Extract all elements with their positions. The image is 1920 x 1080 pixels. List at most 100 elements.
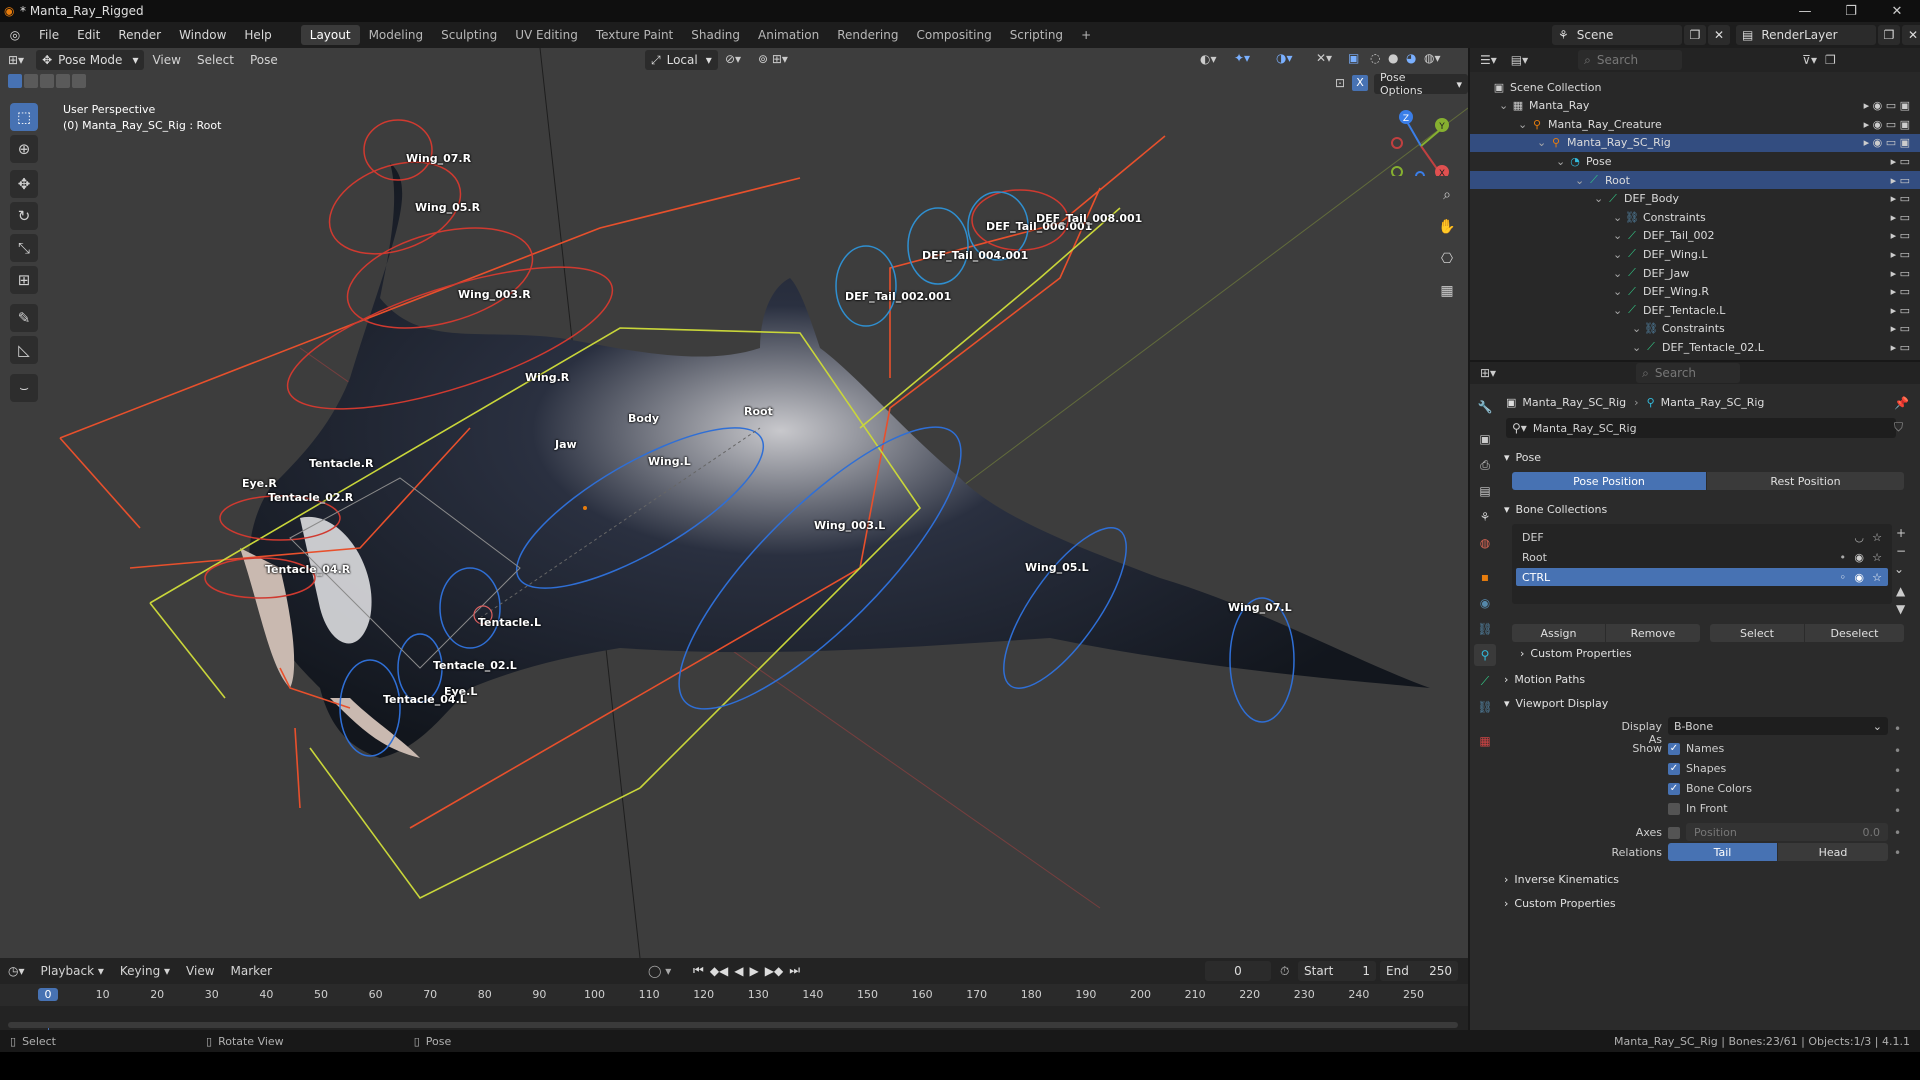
output-tab-icon[interactable]: ⎙ xyxy=(1474,454,1496,476)
tab-rendering[interactable]: Rendering xyxy=(828,25,907,45)
measure-tool[interactable]: ◺ xyxy=(10,336,38,364)
view-layer-tab-icon[interactable]: ▤ xyxy=(1474,480,1496,502)
show-shapes-checkbox[interactable]: ✓ Shapes xyxy=(1668,762,1726,775)
tab-shading[interactable]: Shading xyxy=(682,25,749,45)
ortho-grid-icon[interactable]: ▦ xyxy=(1435,279,1459,303)
expand-icon[interactable]: ⌄ xyxy=(1613,229,1625,242)
outliner-row[interactable]: ⌄ ▦ Manta_Ray ▸ ◉ ▭ ▣ xyxy=(1470,97,1920,115)
relations-head-button[interactable]: Head xyxy=(1778,843,1888,861)
solo-star-icon[interactable]: ☆ xyxy=(1872,551,1882,564)
select-invert-icon[interactable] xyxy=(56,74,70,88)
tab-scripting[interactable]: Scripting xyxy=(1001,25,1072,45)
outliner-row[interactable]: ⌄ ⟋ DEF_Tentacle_02.L ▸ ▭ xyxy=(1470,338,1920,356)
expand-icon[interactable]: ⌄ xyxy=(1556,155,1568,168)
add-collection-icon[interactable]: + xyxy=(1896,526,1906,540)
restriction-toggles-icon[interactable]: ▸ ◉ ▭ ▣ xyxy=(1864,99,1910,112)
scene-selector[interactable]: ⚘ Scene xyxy=(1552,25,1682,45)
tab-modeling[interactable]: Modeling xyxy=(360,25,433,45)
rest-position-button[interactable]: Rest Position xyxy=(1707,472,1904,490)
minimize-button[interactable]: — xyxy=(1782,0,1828,22)
current-frame-field[interactable]: 0 xyxy=(1205,961,1271,981)
outliner[interactable]: ☰▾ ▤▾ ⌕ Search ⊽▾ ❐ ▣ Scene Collection ⌄ ▦ M… xyxy=(1470,48,1920,360)
timeline-editor[interactable]: ◷▾ Playback ▾ Keying ▾ View Marker ◯ ▾ ⏮… xyxy=(0,958,1468,1030)
outliner-row[interactable]: ⌄ ⟋ DEF_Tail_002 ▸ ▭ xyxy=(1470,227,1920,245)
tab-animation[interactable]: Animation xyxy=(749,25,828,45)
axes-checkbox[interactable] xyxy=(1668,827,1680,839)
restriction-toggles-icon[interactable]: ▸ ▭ xyxy=(1891,248,1910,261)
pose-position-button[interactable]: Pose Position xyxy=(1512,472,1706,490)
menu-help[interactable]: Help xyxy=(235,28,280,42)
bone-roll-tool[interactable]: ⌣ xyxy=(10,374,38,402)
datablock-field[interactable]: ⚲▾ Manta_Ray_SC_Rig xyxy=(1506,418,1896,438)
outliner-row[interactable]: ⌄ ⟋ DEF_Body ▸ ▭ xyxy=(1470,190,1920,208)
display-mode-icon[interactable]: ▤▾ xyxy=(1511,53,1528,67)
mode-selector[interactable]: ✥ Pose Mode ▾ xyxy=(36,50,145,70)
restriction-toggles-icon[interactable]: ▸ ▭ xyxy=(1891,304,1910,317)
xray-toggle-icon[interactable]: ▣ xyxy=(1348,51,1359,65)
move-tool[interactable]: ✥ xyxy=(10,170,38,198)
outliner-row[interactable]: ⌄ ⟋ DEF_Wing.L ▸ ▭ xyxy=(1470,245,1920,263)
outliner-row[interactable]: ⌄ ⟋ DEF_Jaw ▸ ▭ xyxy=(1470,264,1920,282)
panel-bone-collections-header[interactable]: ▾ Bone Collections xyxy=(1504,498,1918,520)
collection-menu-icon[interactable]: ⌄ xyxy=(1894,562,1904,576)
blender-menu-icon[interactable]: ◎ xyxy=(0,28,30,42)
delete-layer-icon[interactable]: ✕ xyxy=(1902,25,1920,45)
restriction-toggles-icon[interactable]: ▸ ▭ xyxy=(1891,322,1910,335)
bone-tab-icon[interactable]: ⟋ xyxy=(1474,670,1496,692)
relations-tail-button[interactable]: Tail xyxy=(1668,843,1777,861)
outliner-row[interactable]: ⌄ ⛓ Constraints ▸ ▭ xyxy=(1470,208,1920,226)
solo-star-icon[interactable]: ☆ xyxy=(1872,571,1882,584)
display-as-dropdown[interactable]: B-Bone ⌄ xyxy=(1668,717,1888,735)
solo-star-icon[interactable]: ☆ xyxy=(1872,531,1882,544)
restriction-toggles-icon[interactable]: ▸ ▭ xyxy=(1891,211,1910,224)
bone-collections-list[interactable]: DEF ◡ ☆ Root • ◉ ☆ CTRL ◦ ◉ ☆ xyxy=(1512,524,1892,604)
end-frame-field[interactable]: End 250 xyxy=(1380,961,1458,981)
auto-key-icon[interactable]: ◯ ▾ xyxy=(648,964,671,978)
rotate-tool[interactable]: ↻ xyxy=(10,202,38,230)
panel-inverse-kinematics-header[interactable]: › Inverse Kinematics xyxy=(1504,868,1918,890)
expand-icon[interactable]: ⌄ xyxy=(1594,192,1606,205)
xray-bone-icon[interactable]: ✕▾ xyxy=(1316,51,1332,65)
jump-keyframe-back-icon[interactable]: ◆◀ xyxy=(710,964,728,978)
stopwatch-icon[interactable]: ⏱ xyxy=(1280,964,1289,979)
properties-search-input[interactable]: ⌕ Search xyxy=(1636,363,1741,383)
expand-icon[interactable]: ⌄ xyxy=(1613,285,1625,298)
select-extend-icon[interactable] xyxy=(24,74,38,88)
panel-viewport-display-header[interactable]: ▾ Viewport Display xyxy=(1504,692,1918,714)
navigation-gizmo[interactable]: X Z Y xyxy=(1386,106,1456,176)
viewport-menu-view[interactable]: View xyxy=(144,53,188,67)
outliner-row[interactable]: ⌄ ⚲ Manta_Ray_SC_Rig ▸ ◉ ▭ ▣ xyxy=(1470,133,1920,152)
eye-icon[interactable]: ◉ xyxy=(1854,551,1864,564)
menu-render[interactable]: Render xyxy=(109,28,170,42)
axes-position-field[interactable]: Position 0.0 xyxy=(1686,823,1888,841)
list-item[interactable]: Root • ◉ ☆ xyxy=(1516,548,1888,566)
play-reverse-icon[interactable]: ◀ xyxy=(734,964,743,978)
outliner-row[interactable]: ⌄ ⛓ Constraints ▸ ▭ xyxy=(1470,320,1920,338)
panel-pose-header[interactable]: ▾ Pose xyxy=(1504,446,1918,468)
tab-uv-editing[interactable]: UV Editing xyxy=(506,25,587,45)
bone-constraints-tab-icon[interactable]: ⛓ xyxy=(1474,696,1496,718)
expand-icon[interactable]: ⌄ xyxy=(1613,267,1625,280)
jump-start-icon[interactable]: ⏮ xyxy=(693,963,704,978)
cursor-tool[interactable]: ⊕ xyxy=(10,135,38,163)
panel-motion-paths-header[interactable]: › Motion Paths xyxy=(1504,668,1918,690)
outliner-row[interactable]: ▣ Scene Collection xyxy=(1470,78,1920,96)
select-box-tool[interactable]: ⬚ xyxy=(10,103,38,131)
wireframe-shading-icon[interactable]: ◌ xyxy=(1370,51,1380,65)
timeline-menu-keying[interactable]: Keying ▾ xyxy=(112,964,178,978)
restriction-toggles-icon[interactable]: ▸ ▭ xyxy=(1891,155,1910,168)
restriction-toggles-icon[interactable]: ▸ ▭ xyxy=(1891,192,1910,205)
visibility-icon[interactable]: ◐▾ xyxy=(1200,52,1217,66)
jump-keyframe-fwd-icon[interactable]: ▶◆ xyxy=(765,964,783,978)
physics-tab-icon[interactable]: ◉ xyxy=(1474,592,1496,614)
outliner-search-input[interactable]: ⌕ Search xyxy=(1578,50,1683,70)
viewport-menu-pose[interactable]: Pose xyxy=(242,53,286,67)
zoom-icon[interactable]: ⌕ xyxy=(1435,183,1459,207)
x-mirror-toggle[interactable]: X xyxy=(1352,75,1368,91)
pin-icon[interactable]: 📌 xyxy=(1894,396,1909,410)
close-window-button[interactable]: ✕ xyxy=(1874,0,1920,22)
outliner-row[interactable]: ⌄ ⟋ DEF_Wing.R ▸ ▭ xyxy=(1470,283,1920,301)
deselect-button[interactable]: Deselect xyxy=(1805,624,1904,642)
list-item-selected[interactable]: CTRL ◦ ◉ ☆ xyxy=(1516,568,1888,586)
timeline-menu-playback[interactable]: Playback ▾ xyxy=(33,964,112,978)
